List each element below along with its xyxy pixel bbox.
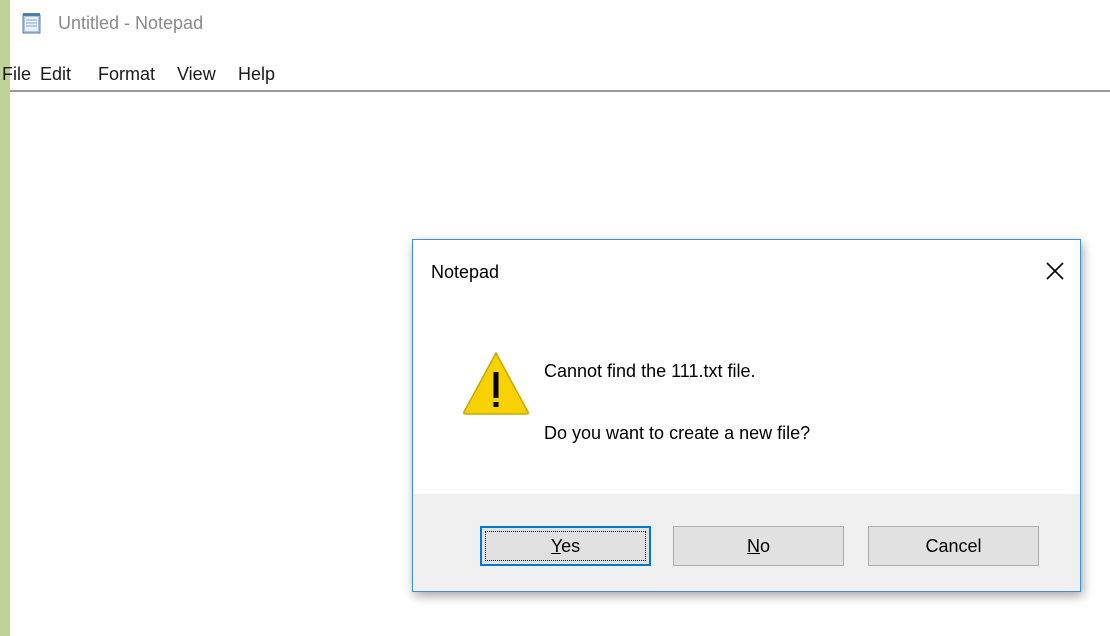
no-button[interactable]: No	[673, 526, 844, 566]
menu-edit[interactable]: Edit	[40, 62, 71, 86]
title-bar[interactable]: Untitled - Notepad	[10, 0, 1110, 48]
notepad-icon	[22, 12, 42, 34]
menu-bar: File Edit Format View Help	[2, 60, 1110, 92]
cancel-button[interactable]: Cancel	[868, 526, 1039, 566]
message-line-2: Do you want to create a new file?	[544, 423, 811, 443]
message-dialog: Notepad Cannot find the 111.txt file. Do…	[412, 239, 1081, 592]
message-line-1: Cannot find the 111.txt file.	[544, 361, 756, 381]
no-label: No	[746, 535, 770, 556]
close-icon[interactable]	[1038, 254, 1072, 288]
menu-help[interactable]: Help	[238, 62, 275, 86]
yes-button[interactable]: Yes	[480, 526, 651, 566]
window-title: Untitled - Notepad	[58, 13, 204, 33]
menu-file[interactable]: File	[2, 62, 31, 86]
menu-view[interactable]: View	[177, 62, 216, 86]
warning-icon	[461, 350, 531, 416]
dialog-button-area: Yes No Cancel	[413, 494, 1080, 591]
dialog-title: Notepad	[431, 262, 500, 282]
focus-ring	[485, 531, 646, 561]
menu-format[interactable]: Format	[98, 62, 155, 86]
